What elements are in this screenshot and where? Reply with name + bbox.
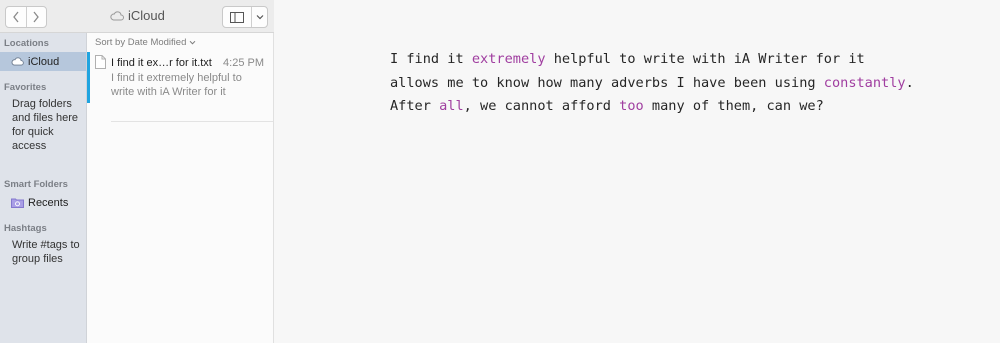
file-name: I find it ex…r for it.txt	[111, 57, 212, 69]
editor[interactable]: I find it extremely helpful to write wit…	[274, 0, 1000, 343]
toggle-sidebar-button[interactable]	[223, 7, 251, 27]
selection-indicator	[87, 52, 90, 103]
sidebar-item-label: Recents	[28, 196, 69, 209]
text-segment: helpful to write with iA Writer for it	[545, 51, 865, 67]
favorites-note: Drag folders and files here for quick ac…	[12, 98, 79, 152]
favorites-header: Favorites	[4, 82, 47, 93]
window-title-label: iCloud	[128, 8, 165, 23]
text-line: After all, we cannot afford too many of …	[390, 95, 990, 119]
file-list: Sort by Date Modified I find it ex…r for…	[87, 33, 274, 343]
chevron-down-icon	[190, 40, 196, 45]
sidebar: Locations iCloud Favorites Drag folders …	[0, 33, 87, 343]
view-menu-button[interactable]	[251, 7, 267, 27]
sort-menu[interactable]: Sort by Date Modified	[95, 37, 196, 48]
text-segment: I find it	[390, 51, 472, 67]
editor-text[interactable]: I find it extremely helpful to write wit…	[390, 48, 990, 119]
cloud-icon	[110, 10, 124, 20]
file-preview: I find it extremely helpful to write wit…	[111, 72, 242, 98]
recents-folder-icon	[11, 197, 24, 208]
sort-label: Sort by Date Modified	[95, 37, 187, 48]
text-segment: .	[905, 74, 914, 91]
adverb-highlight: constantly	[823, 74, 906, 91]
adverb-highlight: too	[619, 98, 644, 114]
sidebar-item-recents[interactable]: Recents	[0, 193, 86, 212]
locations-header: Locations	[4, 38, 49, 49]
text-segment: allows me to know how many adverbs I hav…	[390, 74, 824, 91]
adverb-highlight: all	[439, 98, 464, 114]
window-title: iCloud	[110, 8, 165, 23]
toolbar: iCloud	[0, 0, 274, 33]
list-item[interactable]: I find it ex…r for it.txt 4:25 PM I find…	[87, 52, 273, 122]
text-line: allows me to know how many adverbs I hav…	[390, 72, 990, 96]
smart-folders-header: Smart Folders	[4, 179, 68, 190]
text-line: I find it extremely helpful to write wit…	[390, 48, 990, 72]
text-segment: After	[390, 98, 440, 114]
chevron-right-icon	[33, 11, 40, 23]
file-modified-time: 4:25 PM	[223, 57, 264, 69]
chevron-left-icon	[12, 11, 19, 23]
text-segment: many of them, can we?	[643, 98, 824, 114]
hashtags-note: Write #tags to group files	[12, 239, 80, 265]
back-button[interactable]	[6, 7, 26, 27]
text-segment: , we cannot afford	[463, 98, 620, 114]
navigation-buttons	[5, 6, 47, 28]
chevron-down-icon	[256, 15, 264, 20]
adverb-highlight: extremely	[471, 51, 546, 67]
hashtags-header: Hashtags	[4, 223, 47, 234]
forward-button[interactable]	[25, 7, 47, 27]
sidebar-item-icloud[interactable]: iCloud	[0, 52, 86, 71]
divider	[111, 121, 273, 122]
sidebar-item-label: iCloud	[28, 55, 60, 68]
view-options	[222, 6, 268, 28]
document-icon	[95, 55, 106, 69]
sidebar-icon	[230, 11, 245, 23]
cloud-icon	[11, 57, 24, 66]
